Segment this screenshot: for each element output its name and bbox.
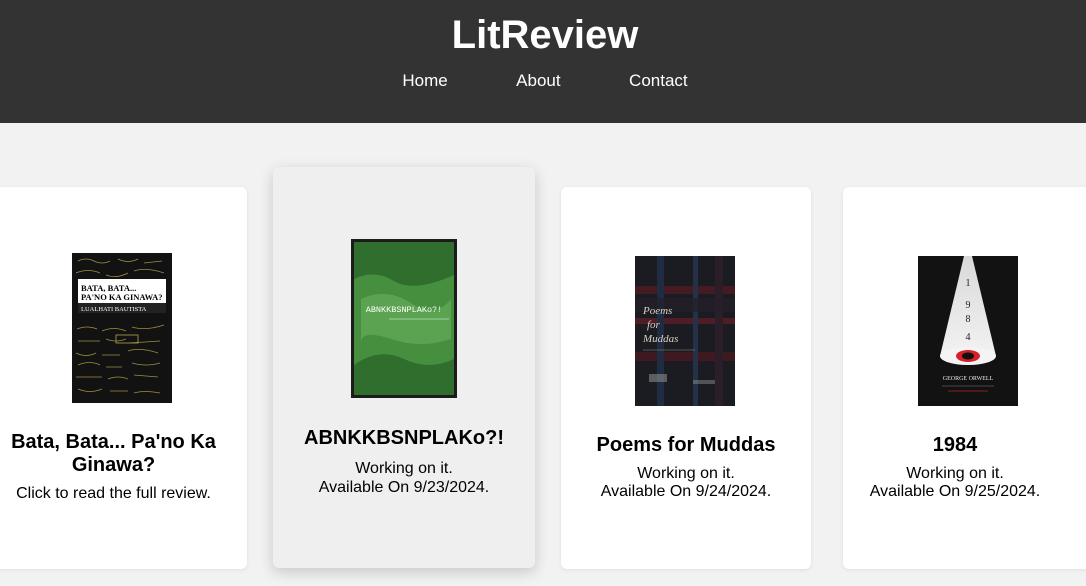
1984-digit-3: 8 [966,314,971,325]
book-cover-bata-bata: BATA, BATA... PA'NO KA GINAWA? LUALHATI … [72,253,172,403]
book-card-availability: Available On 9/25/2024. [869,483,1041,500]
book-card-availability: Available On 9/24/2024. [600,483,772,500]
book-cover-poems-for-muddas: Poems for Muddas [635,256,735,406]
poems-cover-art: Poems for Muddas [635,256,735,406]
book-card-1984[interactable]: 1 9 8 4 GEORGE ORWELL 1984 Working on it… [843,187,1086,569]
bata-cover-author: LUALHATI BAUTISTA [81,306,147,313]
book-cover-abnkkbsnplako: ABNKKBSNPLAKo?! [351,239,457,398]
book-card-abnkkbsnplako[interactable]: ABNKKBSNPLAKo?! ABNKKBSNPLAKo?! Working … [273,167,535,568]
1984-digit-4: 4 [966,332,971,343]
book-card-status: Click to read the full review. [16,485,211,502]
abnkkbsnplako-cover-art: ABNKKBSNPLAKo?! [351,239,457,398]
poems-cover-title-1: Poems [642,305,672,317]
book-card-status: Working on it. [637,465,735,482]
bata-bata-cover-art: BATA, BATA... PA'NO KA GINAWA? LUALHATI … [72,253,172,403]
bata-cover-title-2: PA'NO KA GINAWA? [81,292,163,302]
book-card-bata-bata[interactable]: BATA, BATA... PA'NO KA GINAWA? LUALHATI … [0,187,247,569]
book-card-status: Working on it. [355,460,453,477]
1984-digit-1: 1 [966,278,971,289]
main-nav: Home About Contact [0,70,1086,92]
site-title: LitReview [451,13,639,57]
nav-about-link[interactable]: About [516,70,560,92]
nav-home-link[interactable]: Home [402,70,447,92]
poems-cover-title-3: Muddas [642,333,678,345]
book-card-title: ABNKKBSNPLAKo?! [304,427,504,449]
1984-cover-art: 1 9 8 4 GEORGE ORWELL [918,256,1018,406]
book-card-title: 1984 [932,434,978,456]
site-header: LitReview Home About Contact [0,0,1086,123]
nav-contact-link[interactable]: Contact [629,70,688,92]
poems-cover-title-2: for [647,319,661,331]
book-card-status: Working on it. [906,465,1004,482]
book-cover-1984: 1 9 8 4 GEORGE ORWELL [918,256,1018,406]
1984-digit-2: 9 [966,300,971,311]
book-card-availability: Available On 9/23/2024. [318,479,490,496]
book-card-title: Bata, Bata... Pa'no Ka Ginawa? [11,431,216,476]
1984-cover-author: GEORGE ORWELL [943,376,994,382]
book-card-title: Poems for Muddas [596,434,776,456]
abnk-cover-title: ABNKKBSNPLAKo?! [366,305,443,315]
book-card-poems-for-muddas[interactable]: Poems for Muddas Poems for Muddas Workin… [561,187,811,569]
